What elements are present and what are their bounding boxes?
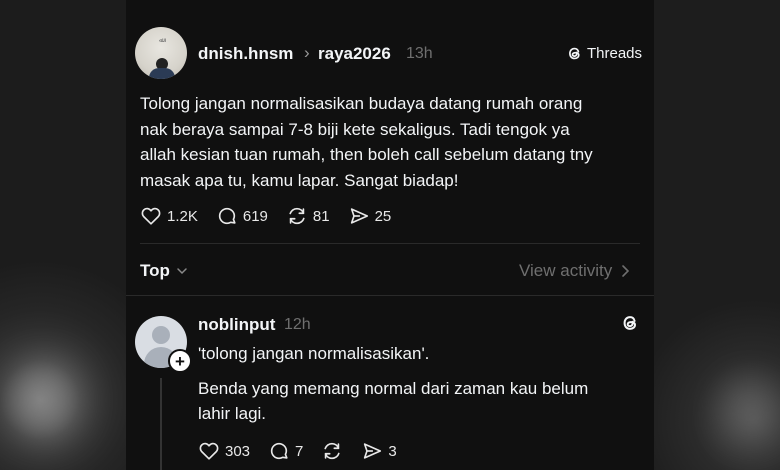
threads-logo-icon [569, 47, 580, 60]
reply-to-username[interactable]: raya2026 [318, 44, 391, 64]
chevron-right-icon [622, 265, 630, 277]
divider [126, 295, 654, 296]
threads-logo-icon[interactable] [620, 313, 640, 338]
post-username[interactable]: dnish.hnsm [198, 44, 293, 64]
divider [140, 243, 640, 244]
share-count: 25 [374, 207, 392, 225]
repost-icon [289, 207, 305, 225]
reply-timestamp: 12h [284, 316, 311, 333]
repost-count: 81 [312, 207, 330, 225]
sort-label: Top [140, 261, 170, 280]
repost-button[interactable]: 81 [286, 205, 330, 227]
share-icon [350, 208, 368, 224]
reply-like-button[interactable]: 303 [198, 440, 250, 462]
follow-plus-icon[interactable]: + [168, 349, 192, 373]
view-activity-label: View activity [519, 261, 613, 280]
reply-chevron-icon: › [304, 43, 310, 62]
blurred-background-right [654, 0, 780, 470]
heart-icon [199, 442, 219, 460]
view-activity-link[interactable]: View activity [519, 261, 630, 281]
reply-share-button[interactable]: 3 [361, 440, 397, 462]
share-icon [364, 443, 382, 459]
chevron-down-icon [177, 268, 187, 275]
reply-repost-button[interactable] [321, 440, 343, 462]
reply-text-quote: 'tolong jangan normalisasikan'. [198, 344, 430, 363]
heart-icon [141, 207, 161, 225]
like-count: 1.2K [167, 207, 198, 225]
reply-actions: 303 7 3 [198, 440, 415, 462]
comment-icon [270, 442, 288, 460]
thread-line [160, 378, 162, 470]
reply-username[interactable]: noblinput [198, 315, 275, 335]
comment-count: 619 [242, 207, 268, 225]
blurred-background-left [0, 0, 126, 470]
reply-share-count: 3 [388, 442, 397, 460]
reply-comment-count: 7 [295, 442, 304, 460]
comment-button[interactable]: 619 [216, 205, 268, 227]
threads-badge[interactable]: Threads [566, 45, 642, 62]
share-button[interactable]: 25 [348, 205, 392, 227]
comment-icon [218, 207, 236, 225]
sort-dropdown[interactable]: Top [140, 261, 188, 281]
threads-label: Threads [587, 45, 643, 62]
post-actions: 1.2K 619 81 25 [140, 205, 409, 227]
reply-like-count: 303 [225, 442, 251, 460]
post-text: Tolong jangan normalisasikan budaya data… [140, 94, 593, 190]
avatar[interactable]: ﷲ [135, 27, 187, 79]
post-timestamp: 13h [406, 45, 433, 62]
threads-post-panel: ﷲ dnish.hnsm › raya2026 13h Threads Tolo… [126, 0, 654, 470]
repost-icon [324, 442, 340, 460]
reply-comment-button[interactable]: 7 [268, 440, 303, 462]
reply-text-body: Benda yang memang normal dari zaman kau … [198, 379, 589, 423]
like-button[interactable]: 1.2K [140, 205, 198, 227]
